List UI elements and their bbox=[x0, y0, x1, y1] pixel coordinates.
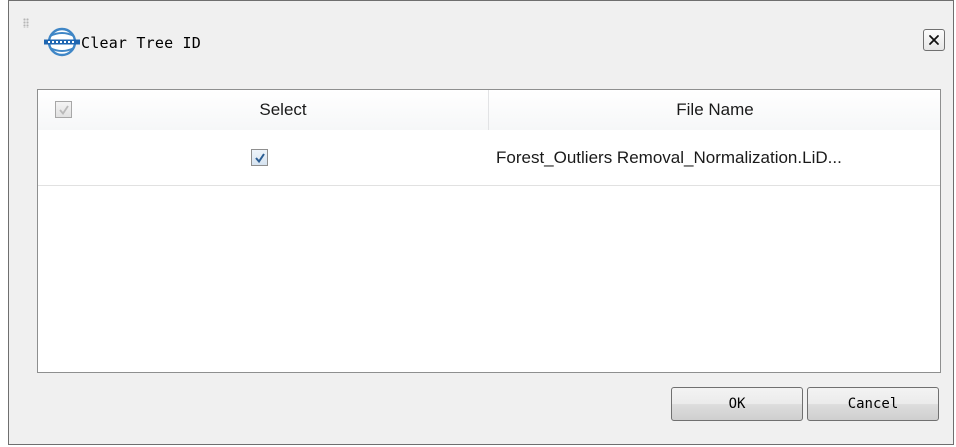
drag-grip-icon[interactable] bbox=[23, 18, 29, 28]
dialog-title: Clear Tree ID bbox=[81, 34, 201, 52]
select-all-checkbox[interactable] bbox=[55, 101, 72, 118]
lidar-globe-logo-icon bbox=[44, 27, 80, 57]
ok-button[interactable]: OK bbox=[671, 387, 803, 421]
close-button[interactable] bbox=[923, 29, 945, 51]
table-header: Select File Name bbox=[38, 90, 940, 131]
column-header-file-name[interactable]: File Name bbox=[489, 90, 941, 130]
row-select-checkbox[interactable] bbox=[251, 149, 268, 166]
file-name-cell: Forest_Outliers Removal_Normalization.Li… bbox=[496, 148, 842, 167]
table-row[interactable]: Forest_Outliers Removal_Normalization.Li… bbox=[38, 130, 940, 186]
checkmark-icon bbox=[254, 152, 265, 163]
checkmark-icon bbox=[58, 105, 69, 115]
file-table: Select File Name Forest_Outliers Removal… bbox=[37, 89, 941, 373]
clear-tree-id-dialog: Clear Tree ID Select File Name Forest_Ou… bbox=[8, 0, 954, 445]
close-x-icon bbox=[929, 35, 939, 45]
cancel-button[interactable]: Cancel bbox=[807, 387, 939, 421]
column-header-select[interactable]: Select bbox=[78, 90, 488, 130]
